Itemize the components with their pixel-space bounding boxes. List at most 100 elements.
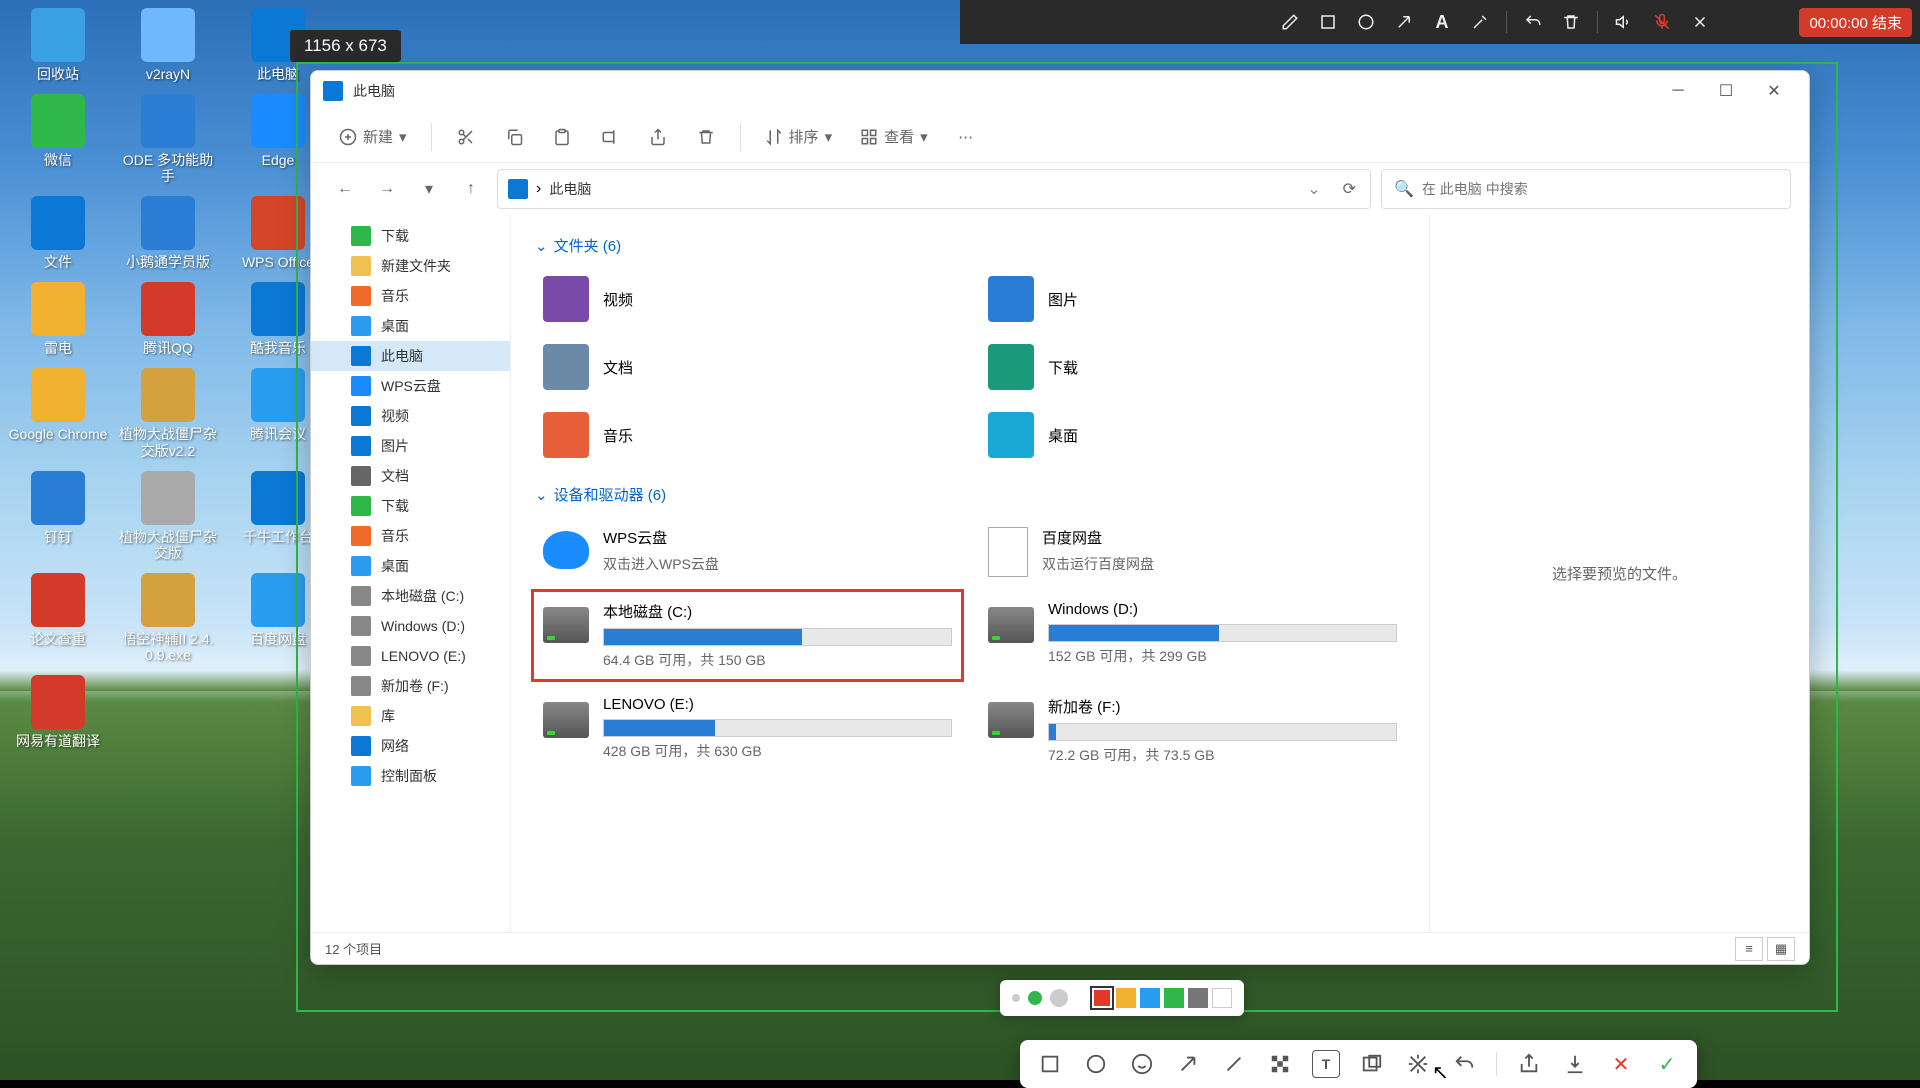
share-button[interactable] xyxy=(638,122,678,152)
desktop-icon[interactable]: 钉钉 xyxy=(8,471,108,561)
size-small-dot[interactable] xyxy=(1012,994,1020,1002)
folder-item[interactable]: 视频 xyxy=(535,268,960,330)
nav-item[interactable]: Windows (D:) xyxy=(311,611,510,641)
cloud-drive-item[interactable]: 百度网盘双击运行百度网盘 xyxy=(980,517,1405,587)
maximize-button[interactable]: ☐ xyxy=(1703,75,1749,107)
nav-item[interactable]: 音乐 xyxy=(311,281,510,311)
desktop-icon[interactable]: 腾讯QQ xyxy=(118,282,218,356)
nav-item[interactable]: 桌面 xyxy=(311,311,510,341)
desktop-icon[interactable]: 论文查重 xyxy=(8,573,108,663)
nav-item[interactable]: 图片 xyxy=(311,431,510,461)
arrow-icon[interactable] xyxy=(1388,6,1420,38)
desktop-icon[interactable]: Google Chrome xyxy=(8,368,108,458)
circle-icon[interactable] xyxy=(1350,6,1382,38)
folder-item[interactable]: 图片 xyxy=(980,268,1405,330)
color-swatch[interactable] xyxy=(1212,988,1232,1008)
refresh-button[interactable]: ⟳ xyxy=(1339,175,1360,203)
size-medium-dot[interactable] xyxy=(1028,991,1042,1005)
more-button[interactable]: ⋯ xyxy=(946,122,986,152)
nav-item[interactable]: 本地磁盘 (C:) xyxy=(311,581,510,611)
undo-icon[interactable] xyxy=(1517,6,1549,38)
square-icon[interactable] xyxy=(1312,6,1344,38)
download-tool[interactable] xyxy=(1561,1050,1589,1078)
nav-item[interactable]: 桌面 xyxy=(311,551,510,581)
mosaic-tool[interactable] xyxy=(1266,1050,1294,1078)
text-a-icon[interactable]: A xyxy=(1426,6,1458,38)
arrow-tool[interactable] xyxy=(1174,1050,1202,1078)
view-button[interactable]: 查看 ▾ xyxy=(850,120,938,153)
color-swatch[interactable] xyxy=(1116,988,1136,1008)
desktop-icon[interactable]: 悟空神辅II 2.4.0.9.exe xyxy=(118,573,218,663)
nav-item[interactable]: WPS云盘 xyxy=(311,371,510,401)
drive-item[interactable]: LENOVO (E:)428 GB 可用，共 630 GB xyxy=(535,686,960,775)
desktop-icon[interactable]: 小鹅通学员版 xyxy=(118,196,218,270)
rect-tool[interactable] xyxy=(1036,1050,1064,1078)
details-view-button[interactable]: ≡ xyxy=(1735,937,1763,961)
nav-item[interactable]: 音乐 xyxy=(311,521,510,551)
cloud-drive-item[interactable]: WPS云盘双击进入WPS云盘 xyxy=(535,517,960,587)
size-large-dot[interactable] xyxy=(1050,989,1068,1007)
address-bar[interactable]: › 此电脑 ⌄ ⟳ xyxy=(497,169,1371,209)
sort-button[interactable]: 排序 ▾ xyxy=(755,120,843,153)
folder-item[interactable]: 下载 xyxy=(980,336,1405,398)
desktop-icon[interactable]: 文件 xyxy=(8,196,108,270)
folder-item[interactable]: 音乐 xyxy=(535,404,960,466)
nav-item[interactable]: 网络 xyxy=(311,731,510,761)
search-input[interactable] xyxy=(1422,181,1778,197)
drives-header[interactable]: ⌄ 设备和驱动器 (6) xyxy=(535,484,1405,505)
minimize-button[interactable]: ─ xyxy=(1655,75,1701,107)
nav-item[interactable]: 库 xyxy=(311,701,510,731)
desktop-icon[interactable]: 植物大战僵尸杂交版v2.2 xyxy=(118,368,218,458)
nav-item[interactable]: 视频 xyxy=(311,401,510,431)
wand-icon[interactable] xyxy=(1464,6,1496,38)
confirm-button[interactable]: ✓ xyxy=(1653,1050,1681,1078)
cut-button[interactable] xyxy=(446,122,486,152)
desktop-icon[interactable]: ODE 多功能助手 xyxy=(118,94,218,184)
close-icon[interactable] xyxy=(1684,6,1716,38)
drive-item[interactable]: Windows (D:)152 GB 可用，共 299 GB xyxy=(980,591,1405,680)
delete-button[interactable] xyxy=(686,122,726,152)
nav-item[interactable]: 下载 xyxy=(311,491,510,521)
close-button[interactable]: ✕ xyxy=(1751,75,1797,107)
drive-item[interactable]: 新加卷 (F:)72.2 GB 可用，共 73.5 GB xyxy=(980,686,1405,775)
recording-timer[interactable]: 00:00:00 结束 xyxy=(1799,8,1912,37)
text-tool[interactable]: T xyxy=(1312,1050,1340,1078)
nav-item[interactable]: 新建文件夹 xyxy=(311,251,510,281)
new-button[interactable]: 新建 ▾ xyxy=(329,120,417,153)
desktop-icon[interactable]: 雷电 xyxy=(8,282,108,356)
back-button[interactable]: ← xyxy=(329,173,361,205)
color-swatch[interactable] xyxy=(1140,988,1160,1008)
emoji-tool[interactable] xyxy=(1128,1050,1156,1078)
up-button[interactable]: ↑ xyxy=(455,173,487,205)
nav-item[interactable]: 此电脑 xyxy=(311,341,510,371)
nav-item[interactable]: 文档 xyxy=(311,461,510,491)
desktop-icon[interactable]: v2rayN xyxy=(118,8,218,82)
color-swatch[interactable] xyxy=(1092,988,1112,1008)
paste-button[interactable] xyxy=(542,122,582,152)
circle-tool[interactable] xyxy=(1082,1050,1110,1078)
desktop-icon[interactable]: 微信 xyxy=(8,94,108,184)
undo-tool[interactable] xyxy=(1450,1050,1478,1078)
desktop-icon[interactable]: 回收站 xyxy=(8,8,108,82)
nav-item[interactable]: 新加卷 (F:) xyxy=(311,671,510,701)
folder-item[interactable]: 桌面 xyxy=(980,404,1405,466)
folder-item[interactable]: 文档 xyxy=(535,336,960,398)
breadcrumb[interactable]: 此电脑 xyxy=(549,179,591,199)
line-tool[interactable] xyxy=(1220,1050,1248,1078)
color-swatch[interactable] xyxy=(1188,988,1208,1008)
search-box[interactable]: 🔍 xyxy=(1381,169,1791,209)
speaker-icon[interactable] xyxy=(1608,6,1640,38)
thumbnails-view-button[interactable]: ▦ xyxy=(1767,937,1795,961)
nav-item[interactable]: LENOVO (E:) xyxy=(311,641,510,671)
folders-header[interactable]: ⌄ 文件夹 (6) xyxy=(535,235,1405,256)
mic-muted-icon[interactable] xyxy=(1646,6,1678,38)
nav-item[interactable]: 控制面板 xyxy=(311,761,510,791)
copy-button[interactable] xyxy=(494,122,534,152)
pencil-icon[interactable] xyxy=(1274,6,1306,38)
trash-icon[interactable] xyxy=(1555,6,1587,38)
color-swatch[interactable] xyxy=(1164,988,1184,1008)
recent-button[interactable]: ▾ xyxy=(413,173,445,205)
pin-tool[interactable] xyxy=(1404,1050,1432,1078)
chevron-down-icon[interactable]: ⌄ xyxy=(1303,175,1324,203)
nav-item[interactable]: 下载 xyxy=(311,221,510,251)
